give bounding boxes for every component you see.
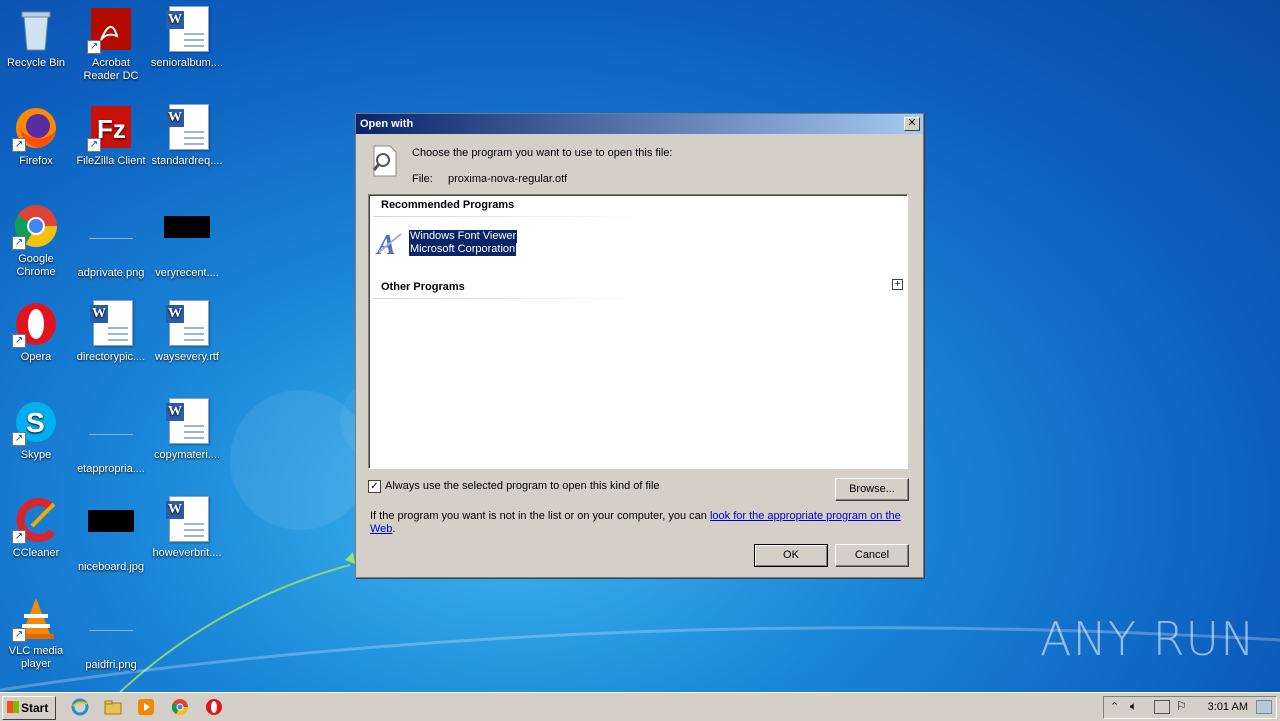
explorer-icon[interactable] bbox=[104, 698, 122, 716]
show-desktop-button[interactable] bbox=[1256, 700, 1272, 714]
always-use-checkbox[interactable]: ✓ bbox=[368, 480, 381, 493]
firefox-icon: ↗ bbox=[12, 104, 60, 152]
program-company: Microsoft Corporation bbox=[409, 243, 517, 256]
desktop-icon-ccleaner[interactable]: ↗ CCleaner bbox=[0, 496, 74, 560]
desktop-icon-filezilla[interactable]: Fz ↗ FileZilla Client bbox=[73, 104, 149, 168]
acrobat-icon: ↗ bbox=[87, 6, 135, 54]
dialog-prompt: Choose the program you want to use to op… bbox=[412, 147, 673, 159]
desktop-icon-senioralbum[interactable]: W senioralbum.... bbox=[149, 6, 225, 70]
media-player-icon[interactable] bbox=[137, 698, 155, 716]
anyrun-watermark: ANY RUN bbox=[1040, 612, 1256, 666]
desktop-icon-waysevery[interactable]: W waysevery.rtf bbox=[149, 300, 225, 364]
always-use-label[interactable]: Always use the selected program to open … bbox=[385, 480, 660, 492]
svg-text:S: S bbox=[26, 407, 45, 438]
desktop-icon-acrobat[interactable]: ↗ Acrobat Reader DC bbox=[73, 6, 149, 83]
filezilla-icon: Fz ↗ bbox=[87, 104, 135, 152]
desktop-icon-adprivate[interactable]: adprivate.png bbox=[73, 202, 149, 280]
desktop-icon-etappropria[interactable]: etappropria.... bbox=[73, 398, 149, 476]
image-file-icon bbox=[163, 216, 211, 264]
search-document-icon bbox=[370, 145, 398, 177]
system-tray: ⌃ 🔈︎ ⚐ 3:01 AM bbox=[1103, 696, 1277, 719]
open-with-dialog: Open with ✕ Choose the program you want … bbox=[355, 113, 924, 578]
dialog-titlebar[interactable]: Open with ✕ bbox=[356, 114, 923, 134]
ie-icon[interactable] bbox=[71, 698, 89, 716]
image-file-icon bbox=[87, 608, 135, 656]
desktop-icon-vlc[interactable]: ↗ VLC media player bbox=[0, 594, 74, 671]
group-divider bbox=[373, 216, 653, 217]
skype-icon: S ↗ bbox=[12, 398, 60, 446]
program-name: Windows Font Viewer bbox=[409, 230, 518, 243]
desktop-icon-niceboard[interactable]: niceboard.jpg bbox=[73, 496, 149, 574]
cancel-button[interactable]: Cancel bbox=[835, 544, 909, 567]
font-viewer-icon: A bbox=[375, 228, 405, 261]
svg-text:Fz: Fz bbox=[97, 114, 126, 144]
word-document-icon: W bbox=[163, 398, 211, 446]
vlc-icon: ↗ bbox=[12, 594, 60, 642]
recommended-programs-header: Recommended Programs bbox=[381, 199, 515, 211]
file-label: File: bbox=[412, 173, 433, 185]
start-button[interactable]: Start bbox=[2, 696, 56, 720]
chrome-icon[interactable] bbox=[171, 698, 189, 716]
svg-text:A: A bbox=[375, 230, 396, 258]
desktop-icon-chrome[interactable]: ↗ Google Chrome bbox=[0, 202, 74, 279]
network-icon[interactable] bbox=[1154, 700, 1170, 714]
opera-icon: ↗ bbox=[12, 300, 60, 348]
desktop-icon-howeverbrit[interactable]: W howeverbrit.... bbox=[149, 496, 225, 560]
desktop-icon-copymateri[interactable]: W copymateri.... bbox=[149, 398, 225, 462]
taskbar: Start ⌃ 🔈︎ ⚐ 3:01 AM bbox=[0, 692, 1280, 721]
ok-button[interactable]: OK bbox=[754, 544, 828, 567]
dialog-title: Open with bbox=[360, 118, 414, 130]
action-center-flag-icon[interactable]: ⚐ bbox=[1176, 699, 1187, 713]
word-document-icon: W bbox=[163, 496, 211, 544]
chrome-icon: ↗ bbox=[12, 202, 60, 250]
volume-icon[interactable]: 🔈︎ bbox=[1130, 699, 1137, 714]
close-button[interactable]: ✕ bbox=[904, 117, 920, 131]
desktop-icon-opera[interactable]: ↗ Opera bbox=[0, 300, 74, 364]
desktop-icon-recycle-bin[interactable]: Recycle Bin bbox=[0, 6, 74, 70]
expand-icon[interactable]: + bbox=[892, 279, 903, 290]
desktop-icon-skype[interactable]: S ↗ Skype bbox=[0, 398, 74, 462]
program-list[interactable]: Recommended Programs A Windows Font View… bbox=[368, 194, 908, 469]
ccleaner-icon: ↗ bbox=[12, 496, 60, 544]
group-divider bbox=[373, 298, 653, 299]
word-document-icon: W bbox=[87, 300, 135, 348]
opera-icon[interactable] bbox=[205, 698, 223, 716]
windows-logo-icon bbox=[7, 701, 19, 713]
image-file-icon bbox=[87, 510, 135, 558]
word-document-icon: W bbox=[163, 6, 211, 54]
desktop-icon-paidfri[interactable]: paidfri.png bbox=[73, 594, 149, 672]
file-name: proxima-nova-regular.otf bbox=[448, 173, 568, 185]
other-programs-header[interactable]: Other Programs bbox=[381, 281, 465, 293]
desktop-icon-directorypic[interactable]: W directorypic.... bbox=[73, 300, 149, 364]
desktop-icon-standardreq[interactable]: W standardreq.... bbox=[149, 104, 225, 168]
desktop-icon-firefox[interactable]: ↗ Firefox bbox=[0, 104, 74, 168]
show-hidden-icons-icon[interactable]: ⌃ bbox=[1110, 700, 1119, 713]
image-file-icon bbox=[87, 216, 135, 264]
word-document-icon: W bbox=[163, 104, 211, 152]
recycle-bin-icon bbox=[12, 6, 60, 54]
desktop-icon-veryrecent[interactable]: veryrecent.... bbox=[149, 202, 225, 280]
word-document-icon: W bbox=[163, 300, 211, 348]
info-text: If the program you want is not in the li… bbox=[370, 510, 901, 535]
clock[interactable]: 3:01 AM bbox=[1208, 701, 1248, 713]
image-file-icon bbox=[87, 412, 135, 460]
browse-button[interactable]: Browse... bbox=[835, 478, 909, 501]
